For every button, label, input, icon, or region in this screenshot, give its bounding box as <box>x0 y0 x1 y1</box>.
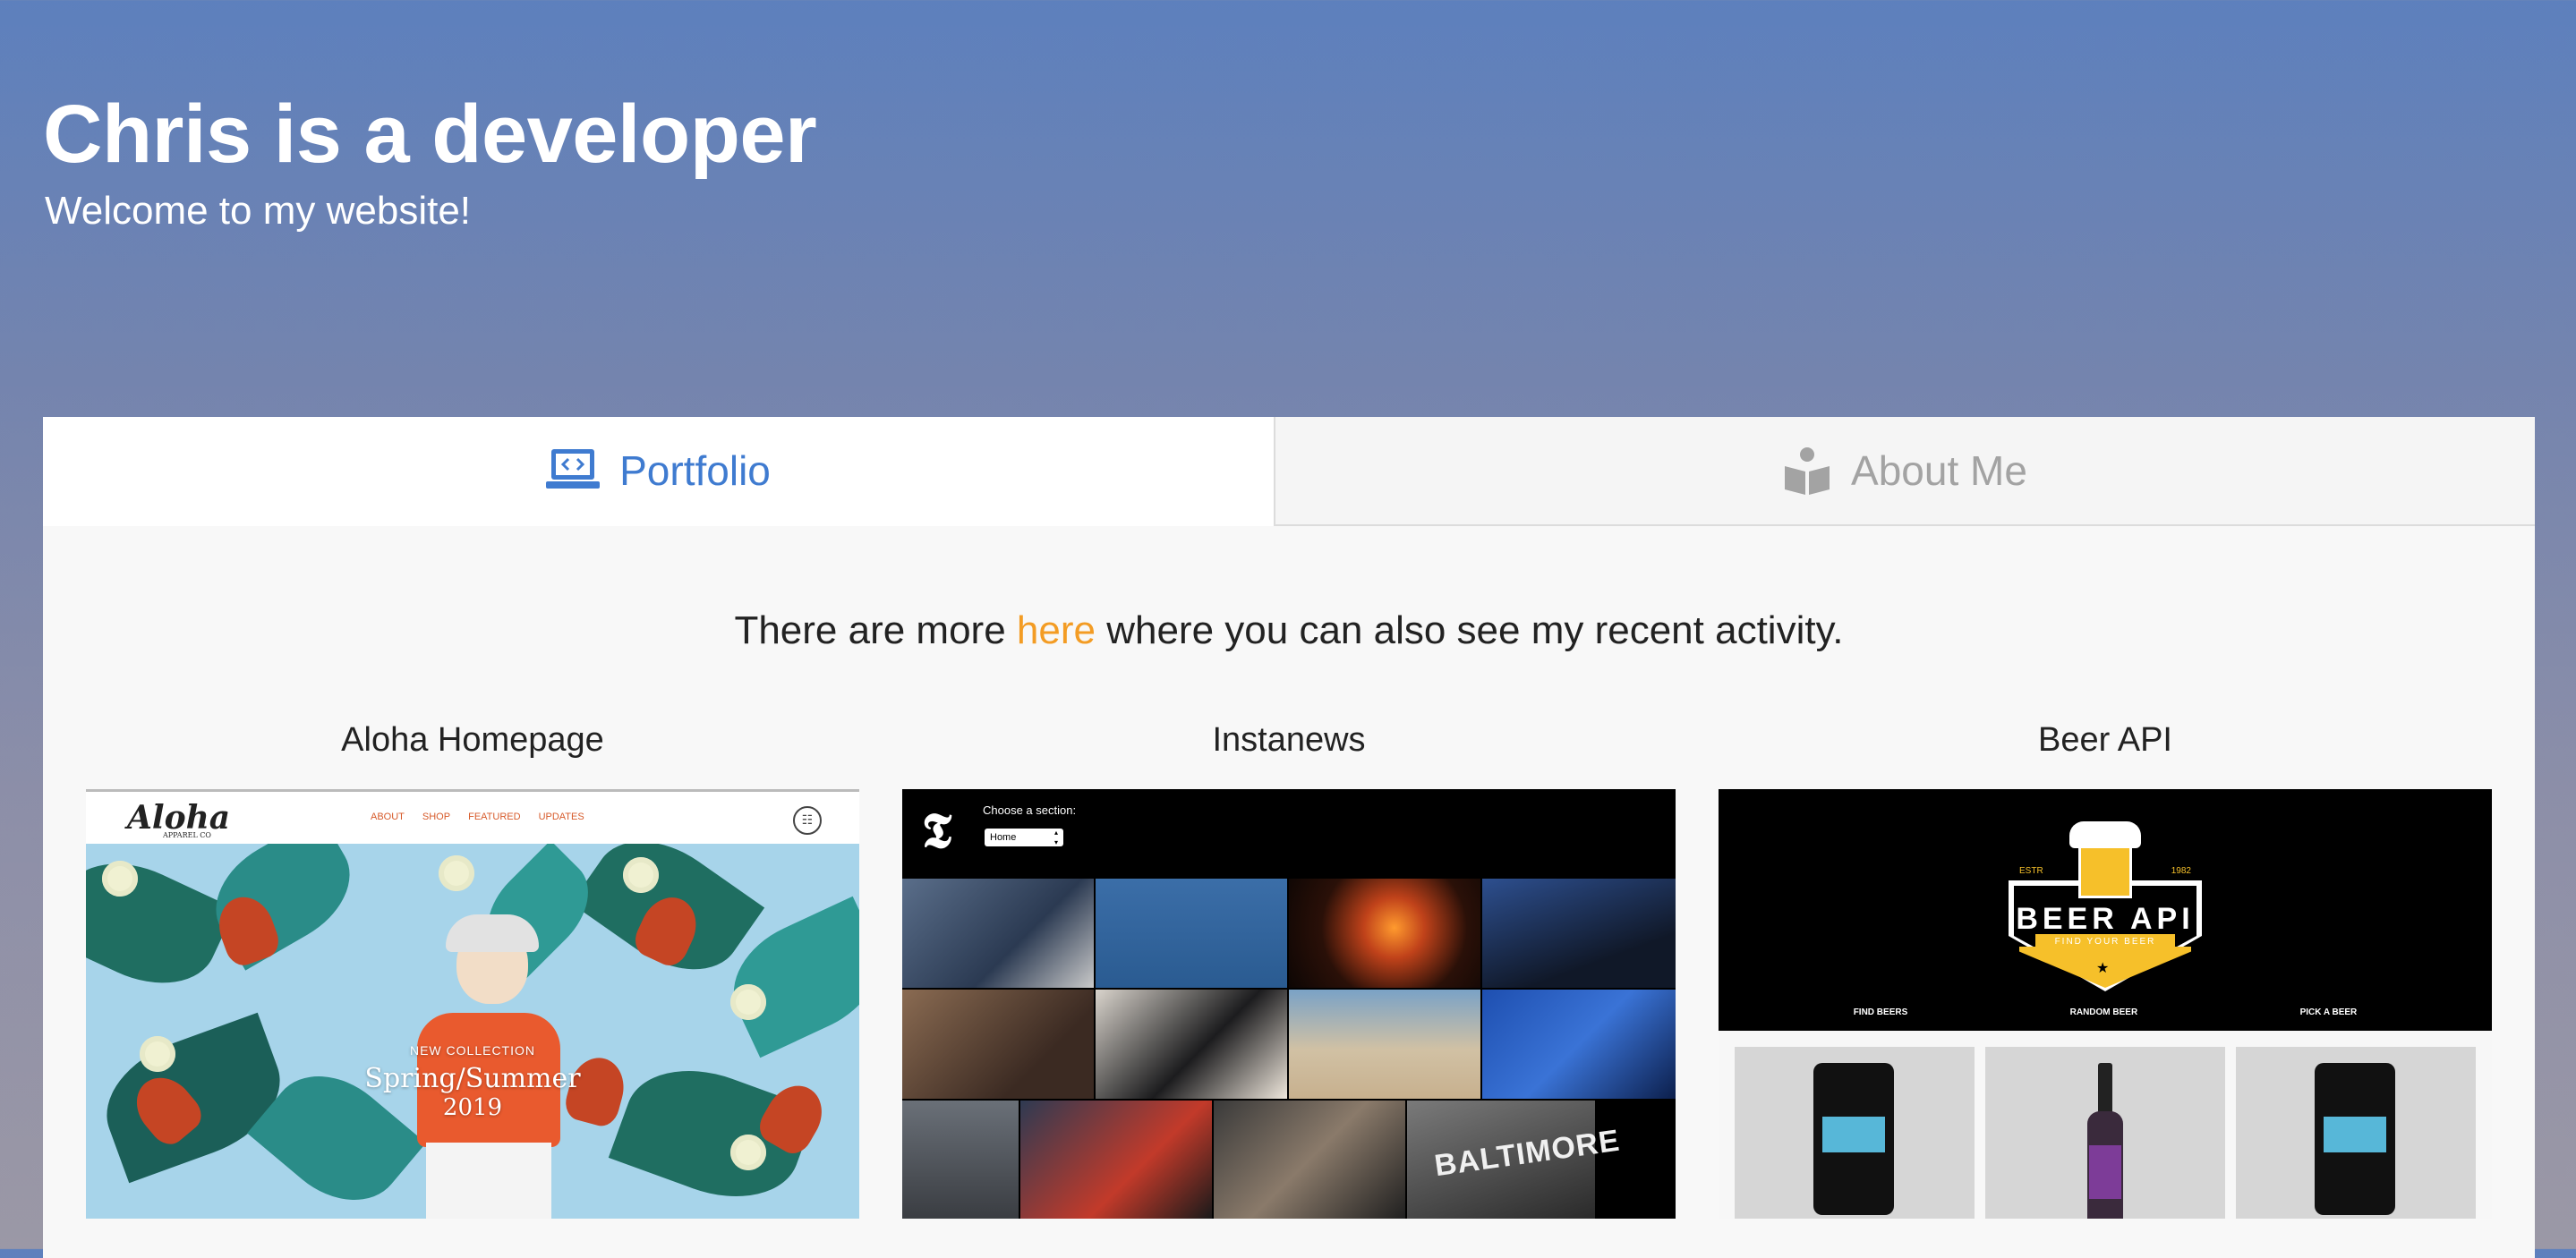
aloha-nav-item: SHOP <box>422 812 451 822</box>
page-subtitle: Welcome to my website! <box>45 189 472 234</box>
logo-title: BEER API <box>2016 902 2195 936</box>
collection-headline: Spring/Summer <box>364 1063 581 1094</box>
activity-link[interactable]: here <box>1017 608 1096 652</box>
content-panel: Portfolio About Me There are more here w… <box>43 417 2535 1258</box>
logo-tagline: FIND YOUR BEER <box>2035 934 2175 950</box>
laptop-code-icon <box>546 447 601 494</box>
beer-bottle-image <box>2087 1063 2123 1219</box>
aloha-nav-links: ABOUT SHOP FEATURED UPDATES <box>371 812 584 822</box>
beer-product <box>1985 1047 2225 1219</box>
news-photo <box>1096 990 1287 1099</box>
beer-api-logo: ESTR 1982 BEER API FIND YOUR BEER ★ <box>2009 821 2202 991</box>
bloom-decoration <box>730 984 766 1020</box>
bloom-decoration <box>439 855 474 891</box>
news-photo <box>1096 879 1287 988</box>
beer-nav-item: FIND BEERS <box>1853 1007 1908 1017</box>
intro-after: where you can also see my recent activit… <box>1095 608 1844 652</box>
tab-bar: Portfolio About Me <box>43 417 2535 526</box>
beer-can-image <box>1813 1063 1894 1215</box>
project-thumbnail-aloha[interactable]: NEW COLLECTION Spring/Summer 2019 Aloha … <box>86 789 859 1219</box>
news-photo <box>902 1101 1019 1219</box>
baltimore-sign-text: BALTIMORE <box>1432 1123 1623 1184</box>
tab-label: Portfolio <box>619 447 771 494</box>
section-select: Home <box>985 828 1063 847</box>
page-title: Chris is a developer <box>43 89 817 180</box>
beer-product-row <box>1735 1047 2476 1219</box>
person-reading-icon <box>1783 446 1831 495</box>
project-title: Instanews <box>1212 721 1366 759</box>
aloha-nav-item: UPDATES <box>538 812 584 822</box>
bloom-decoration <box>102 861 138 897</box>
aloha-nav-item: FEATURED <box>468 812 521 822</box>
aloha-logo: Aloha APPAREL CO <box>127 799 231 839</box>
project-thumbnail-instanews[interactable]: 𝕿 Choose a section: Home BALTI <box>902 789 1676 1219</box>
project-title: Beer API <box>2038 721 2172 759</box>
nyt-t-logo-icon: 𝕿 <box>922 802 952 859</box>
project-card-aloha[interactable]: Aloha Homepage NEW COLLECTION Spring/Sum… <box>86 721 859 1219</box>
news-photo <box>1020 1101 1212 1219</box>
collection-year: 2019 <box>442 1094 503 1121</box>
project-thumbnail-beer-api[interactable]: ESTR 1982 BEER API FIND YOUR BEER ★ FIND… <box>1719 789 2492 1219</box>
bloom-decoration <box>623 857 659 893</box>
choose-section-label: Choose a section: <box>983 803 1077 817</box>
news-photo <box>902 879 1094 988</box>
basket-icon: ☷ <box>793 806 822 835</box>
intro-text: There are more here where you can also s… <box>43 608 2535 653</box>
tab-about-me[interactable]: About Me <box>1274 417 2535 526</box>
aloha-navbar: Aloha APPAREL CO ABOUT SHOP FEATURED UPD… <box>86 789 859 844</box>
intro-before: There are more <box>734 608 1017 652</box>
project-title: Aloha Homepage <box>341 721 604 759</box>
tab-label: About Me <box>1851 447 2027 494</box>
news-photo <box>1214 1101 1405 1219</box>
news-photo <box>902 990 1094 1099</box>
beer-mug-icon <box>2069 821 2141 907</box>
beer-can-image <box>2315 1063 2395 1215</box>
beer-nav-item: RANDOM BEER <box>2069 1007 2138 1017</box>
beer-nav-item: PICK A BEER <box>2299 1007 2358 1017</box>
news-photo <box>1482 879 1676 988</box>
project-card-beer-api[interactable]: Beer API ESTR 1982 BEER API FIND YOUR BE… <box>1719 721 2492 1219</box>
beer-product <box>1735 1047 1975 1219</box>
news-photo <box>1482 990 1676 1099</box>
project-card-instanews[interactable]: Instanews 𝕿 Choose a section: Home ▴▾ BA… <box>902 721 1676 1219</box>
news-photo <box>1289 879 1480 988</box>
beer-api-header: ESTR 1982 BEER API FIND YOUR BEER ★ FIND… <box>1719 789 2492 1031</box>
project-cards: Aloha Homepage NEW COLLECTION Spring/Sum… <box>86 721 2492 1219</box>
news-photo-grid: BALTIMORE <box>902 879 1676 1219</box>
bloom-decoration <box>730 1135 766 1170</box>
collection-kicker: NEW COLLECTION <box>409 1043 535 1058</box>
beer-nav-links: FIND BEERS RANDOM BEER PICK A BEER <box>1719 1007 2492 1017</box>
star-icon: ★ <box>2096 961 2110 976</box>
logo-estr: ESTR 1982 <box>2019 866 2191 876</box>
beer-product <box>2236 1047 2476 1219</box>
tab-portfolio[interactable]: Portfolio <box>43 417 1274 526</box>
news-photo <box>1289 990 1480 1099</box>
hero-overlay-text: NEW COLLECTION Spring/Summer 2019 <box>86 1043 859 1121</box>
hero: Chris is a developer Welcome to my websi… <box>43 89 817 234</box>
news-photo: BALTIMORE <box>1407 1101 1622 1219</box>
aloha-nav-item: ABOUT <box>371 812 405 822</box>
